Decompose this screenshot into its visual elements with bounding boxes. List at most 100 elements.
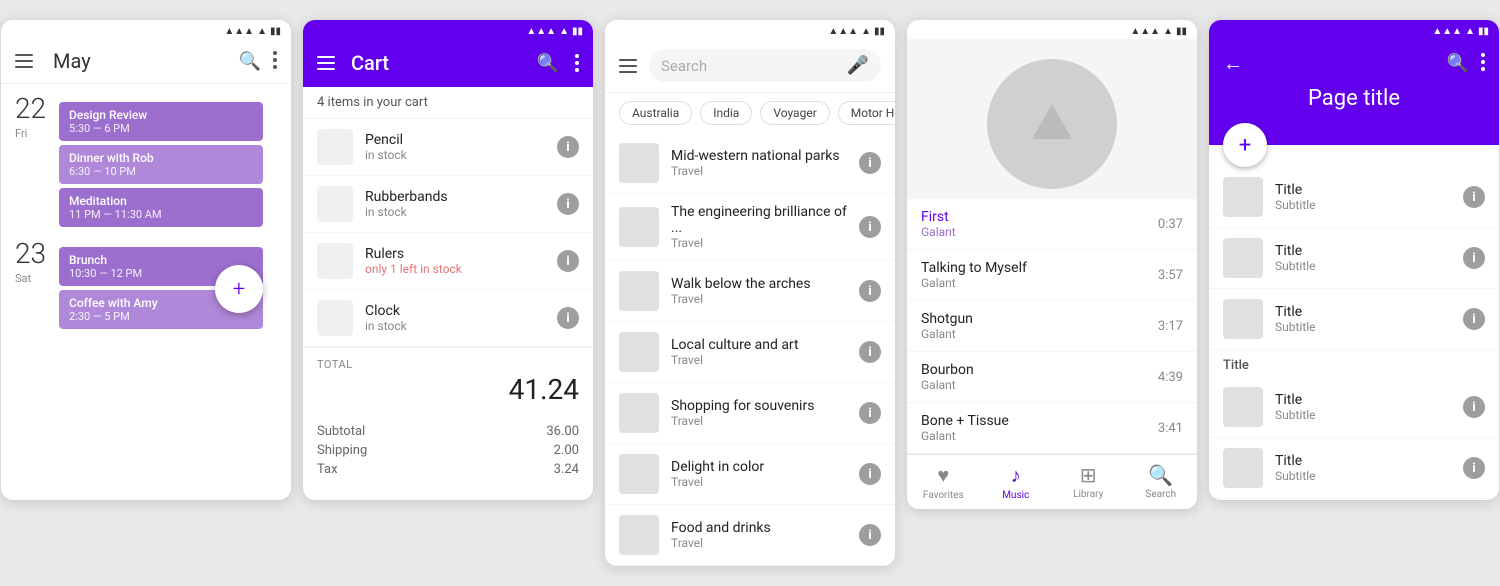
- more-options-icon[interactable]: [273, 51, 277, 72]
- nav-music[interactable]: ♪ Music: [980, 455, 1053, 509]
- music-item-0[interactable]: First Galant 0:37: [907, 199, 1197, 250]
- cdot2: [575, 61, 579, 65]
- search-bar[interactable]: Search 🎤: [649, 49, 881, 82]
- music-track-duration-1: 3:57: [1158, 268, 1183, 283]
- cart-item-info-icon-1[interactable]: i: [557, 193, 579, 215]
- cart-search-icon[interactable]: 🔍: [537, 53, 559, 74]
- page-list-item-0[interactable]: Title Subtitle i: [1209, 167, 1499, 228]
- cart-item-count: 4 items in your cart: [303, 87, 593, 119]
- music-item-2[interactable]: Shotgun Galant 3:17: [907, 301, 1197, 352]
- nav-library[interactable]: ⊞ Library: [1052, 455, 1125, 509]
- music-item-4[interactable]: Bone + Tissue Galant 3:41: [907, 403, 1197, 454]
- list-item-title-1: The engineering brilliance of ...: [671, 204, 847, 236]
- tax-label: Tax: [317, 462, 338, 477]
- list-item-info-icon-4[interactable]: i: [859, 402, 881, 424]
- calendar-day-22: Fri: [15, 127, 59, 140]
- sham2: [619, 65, 637, 67]
- list-item-info-icon-6[interactable]: i: [859, 524, 881, 546]
- list-item-info-icon-3[interactable]: i: [859, 341, 881, 363]
- list-item-0[interactable]: Mid-western national parks Travel i: [605, 133, 895, 194]
- cart-item-info-3: Clock in stock: [365, 303, 545, 333]
- list-item-3[interactable]: Local culture and art Travel i: [605, 322, 895, 383]
- list-item-info-icon-0[interactable]: i: [859, 152, 881, 174]
- wifi-icon-2: ▲: [559, 26, 569, 37]
- page-fab[interactable]: +: [1223, 123, 1267, 167]
- chip-india[interactable]: India: [700, 101, 752, 125]
- wifi-icon-5: ▲: [1465, 26, 1475, 37]
- cart-item-info-icon-2[interactable]: i: [557, 250, 579, 272]
- page-item-info-icon-2[interactable]: i: [1463, 308, 1485, 330]
- list-item-subtitle-3: Travel: [671, 353, 847, 367]
- page-title-nav: ← 🔍: [1223, 51, 1485, 76]
- calendar-header-icons: 🔍: [239, 51, 277, 72]
- page-list-item-1[interactable]: Title Subtitle i: [1209, 228, 1499, 289]
- list-item-6[interactable]: Food and drinks Travel i: [605, 505, 895, 566]
- chips-row: Australia India Voyager Motor Hom: [605, 93, 895, 133]
- page-list-item-3[interactable]: Title Subtitle i: [1209, 377, 1499, 438]
- cart-item-info-icon-0[interactable]: i: [557, 136, 579, 158]
- calendar-date-col-23: 23 Sat: [15, 237, 59, 285]
- pdot3: [1481, 67, 1485, 71]
- cdot3: [575, 68, 579, 72]
- nav-favorites[interactable]: ♥ Favorites: [907, 455, 980, 509]
- music-label: Music: [1002, 490, 1029, 501]
- list-item-4[interactable]: Shopping for souvenirs Travel i: [605, 383, 895, 444]
- music-item-3[interactable]: Bourbon Galant 4:39: [907, 352, 1197, 403]
- page-item-thumb-2: [1223, 299, 1263, 339]
- signal-icon-5: ▲▲▲: [1432, 26, 1462, 37]
- chip-motorhome[interactable]: Motor Hom: [838, 101, 895, 125]
- chip-voyager[interactable]: Voyager: [760, 101, 829, 125]
- shipping-label: Shipping: [317, 443, 367, 458]
- list-item-info-icon-5[interactable]: i: [859, 463, 881, 485]
- list-item-2[interactable]: Walk below the arches Travel i: [605, 261, 895, 322]
- list-item-info-icon-1[interactable]: i: [859, 216, 881, 238]
- cart-shipping-line: Shipping 2.00: [317, 441, 579, 460]
- back-icon[interactable]: ←: [1223, 51, 1243, 76]
- cart-item-stock-0: in stock: [365, 148, 545, 162]
- mic-icon[interactable]: 🎤: [847, 55, 869, 76]
- list-item-5[interactable]: Delight in color Travel i: [605, 444, 895, 505]
- page-item-info-4: Title Subtitle: [1275, 453, 1451, 483]
- status-bar-2: ▲▲▲ ▲ ▮▮: [303, 20, 593, 39]
- music-item-1[interactable]: Talking to Myself Galant 3:57: [907, 250, 1197, 301]
- calendar-fab[interactable]: +: [215, 265, 263, 313]
- music-item-info-1: Talking to Myself Galant: [921, 260, 1158, 290]
- list-item-1[interactable]: The engineering brilliance of ... Travel…: [605, 194, 895, 261]
- page-more-icon[interactable]: [1481, 53, 1485, 74]
- cart-breakdown: Subtotal 36.00 Shipping 2.00 Tax 3.24: [303, 416, 593, 493]
- page-list-item-2[interactable]: Title Subtitle i: [1209, 289, 1499, 350]
- nav-search[interactable]: 🔍 Search: [1125, 455, 1198, 509]
- cart-more-icon[interactable]: [575, 54, 579, 72]
- cart-item-thumb-2: [317, 243, 353, 279]
- page-item-info-icon-0[interactable]: i: [1463, 186, 1485, 208]
- list-item-info-2: Walk below the arches Travel: [671, 276, 847, 306]
- search-icon[interactable]: 🔍: [239, 51, 261, 72]
- list-item-info-icon-2[interactable]: i: [859, 280, 881, 302]
- calendar-date-num-22: 22: [15, 92, 59, 125]
- music-track-list: First Galant 0:37 Talking to Myself Gala…: [907, 199, 1197, 454]
- chip-australia[interactable]: Australia: [619, 101, 692, 125]
- search-label: Search: [1145, 489, 1176, 500]
- page-item-info-icon-4[interactable]: i: [1463, 457, 1485, 479]
- page-item-subtitle-1: Subtitle: [1275, 259, 1451, 273]
- page-item-info-icon-3[interactable]: i: [1463, 396, 1485, 418]
- page-item-thumb-1: [1223, 238, 1263, 278]
- list-item-title-4: Shopping for souvenirs: [671, 398, 847, 414]
- page-item-info-icon-1[interactable]: i: [1463, 247, 1485, 269]
- page-list-item-4[interactable]: Title Subtitle i: [1209, 438, 1499, 499]
- calendar-event-0[interactable]: Design Review 5:30 — 6 PM: [59, 102, 263, 141]
- page-search-icon[interactable]: 🔍: [1447, 53, 1469, 74]
- cart-menu-icon[interactable]: [317, 56, 335, 70]
- calendar-event-1[interactable]: Dinner with Rob 6:30 — 10 PM: [59, 145, 263, 184]
- page-item-title-1: Title: [1275, 243, 1451, 259]
- cart-item-info-icon-3[interactable]: i: [557, 307, 579, 329]
- calendar-event-2[interactable]: Meditation 11 PM — 11:30 AM: [59, 188, 263, 227]
- event-title-0: Design Review: [69, 108, 253, 122]
- sham1: [619, 59, 637, 61]
- page-item-title-4: Title: [1275, 453, 1451, 469]
- list-item-title-0: Mid-western national parks: [671, 148, 847, 164]
- menu-icon[interactable]: [15, 54, 33, 68]
- ham-line-2: [15, 60, 33, 62]
- search-menu-icon[interactable]: [619, 59, 637, 73]
- page-item-subtitle-4: Subtitle: [1275, 469, 1451, 483]
